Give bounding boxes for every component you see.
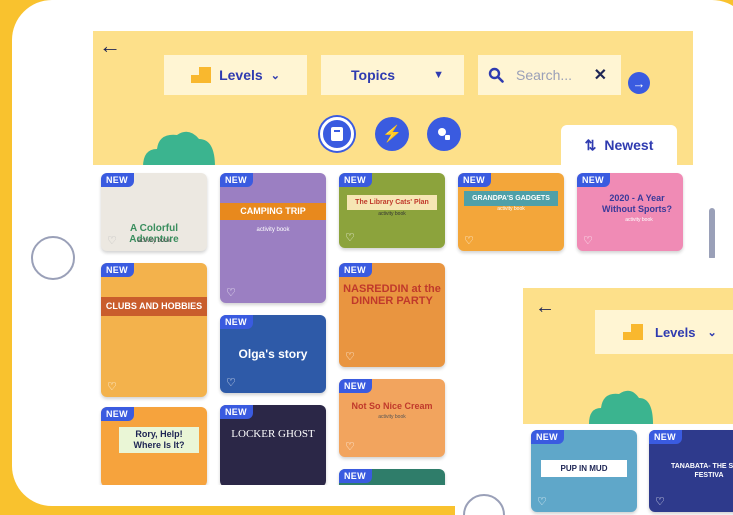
header: ← Levels ⌄ Topics ▼ Search... ✕ → ⚡ ⇅ Ne… <box>93 31 693 167</box>
levels-dropdown[interactable]: Levels ⌄ <box>595 310 733 354</box>
new-badge: NEW <box>339 263 372 277</box>
book-card[interactable]: TANABATA- THE STAR FESTIVA NEW ♡ <box>649 430 733 512</box>
new-badge: NEW <box>339 379 372 393</box>
book-title: Rory, Help! Where Is It? <box>119 427 199 453</box>
home-button[interactable] <box>31 236 75 280</box>
books-filter-button[interactable] <box>320 117 354 151</box>
book-subtitle: activity book <box>497 206 525 212</box>
draw-filter-button[interactable] <box>427 117 461 151</box>
levels-icon <box>191 67 212 83</box>
search-input[interactable]: Search... <box>516 67 572 83</box>
book-title: The Library Cats' Plan <box>347 195 437 210</box>
book-title: CAMPING TRIP <box>220 203 326 220</box>
back-arrow-icon[interactable]: ← <box>535 296 555 319</box>
heart-icon[interactable]: ♡ <box>226 286 236 299</box>
book-subtitle: activity book <box>378 414 406 420</box>
book-card[interactable]: A Colorful Adventure activity book NEW ♡ <box>101 173 207 251</box>
new-badge: NEW <box>531 430 564 444</box>
book-title: Not So Nice Cream <box>351 401 433 411</box>
book-card[interactable]: Olga's story NEW ♡ <box>220 315 326 393</box>
back-arrow-icon[interactable]: ← <box>99 35 121 57</box>
book-card[interactable]: CLUBS AND HOBBIES NEW ♡ <box>101 263 207 397</box>
new-badge: NEW <box>101 173 134 187</box>
heart-icon[interactable]: ♡ <box>583 234 593 247</box>
go-arrow-button[interactable]: → <box>628 72 650 94</box>
heart-icon[interactable]: ♡ <box>107 234 117 247</box>
book-title: PUP IN MUD <box>541 460 627 477</box>
book-title: LOCKER GHOST <box>231 428 315 440</box>
new-badge: NEW <box>339 469 372 483</box>
new-badge: NEW <box>220 173 253 187</box>
new-badge: NEW <box>101 407 134 421</box>
second-app-screen: ← Levels ⌄ PUP IN MUD NEW ♡ TANABATA- TH… <box>523 288 733 515</box>
book-subtitle: activity book <box>378 211 406 217</box>
side-button[interactable] <box>709 208 715 260</box>
book-card[interactable]: Rory, Help! Where Is It? NEW <box>101 407 207 485</box>
new-badge: NEW <box>101 263 134 277</box>
clear-icon[interactable]: ✕ <box>594 65 607 85</box>
book-card[interactable]: The Library Cats' Plan activity book NEW… <box>339 173 445 248</box>
book-card[interactable]: GRANDPA'S GADGETS activity book NEW ♡ <box>458 173 564 251</box>
book-title: Olga's story <box>238 347 308 361</box>
bush-decoration <box>143 131 215 167</box>
book-card[interactable]: LOCKER GHOST NEW <box>220 405 326 485</box>
new-badge: NEW <box>339 173 372 187</box>
heart-icon[interactable]: ♡ <box>345 231 355 244</box>
second-header: ← Levels ⌄ <box>523 288 733 424</box>
flash-filter-button[interactable]: ⚡ <box>375 117 409 151</box>
brush-icon <box>438 128 450 140</box>
book-card[interactable]: CAMPING TRIP activity book NEW ♡ <box>220 173 326 303</box>
book-card[interactable]: Not So Nice Cream activity book NEW ♡ <box>339 379 445 457</box>
chevron-down-icon: ▼ <box>433 69 444 81</box>
book-card[interactable]: NEW <box>339 469 445 485</box>
book-subtitle: activity book <box>256 227 290 233</box>
new-badge: NEW <box>458 173 491 187</box>
topics-dropdown[interactable]: Topics ▼ <box>321 55 464 95</box>
bush-decoration <box>589 390 653 424</box>
heart-icon[interactable]: ♡ <box>345 350 355 363</box>
new-badge: NEW <box>577 173 610 187</box>
new-badge: NEW <box>220 405 253 419</box>
topics-label: Topics <box>351 67 396 83</box>
search-icon <box>488 67 504 83</box>
new-badge: NEW <box>649 430 682 444</box>
book-subtitle: activity book <box>137 238 171 244</box>
heart-icon[interactable]: ♡ <box>226 376 236 389</box>
book-icon <box>331 127 343 141</box>
book-title: CLUBS AND HOBBIES <box>101 297 207 316</box>
levels-icon <box>623 324 643 340</box>
chevron-down-icon: ⌄ <box>270 69 280 82</box>
book-title: TANABATA- THE STAR FESTIVA <box>670 463 733 479</box>
lightning-icon: ⚡ <box>382 126 402 143</box>
new-badge: NEW <box>220 315 253 329</box>
chevron-down-icon: ⌄ <box>707 326 717 339</box>
levels-dropdown[interactable]: Levels ⌄ <box>164 55 307 95</box>
book-card[interactable]: 2020 - A Year Without Sports? activity b… <box>577 173 683 251</box>
heart-icon[interactable]: ♡ <box>464 234 474 247</box>
sort-icon: ⇅ <box>584 136 597 153</box>
book-title: 2020 - A Year Without Sports? <box>602 193 672 214</box>
heart-icon[interactable]: ♡ <box>655 495 665 508</box>
search-field[interactable]: Search... ✕ <box>478 55 621 95</box>
levels-label: Levels <box>655 324 696 340</box>
sort-newest-button[interactable]: ⇅ Newest <box>561 125 677 165</box>
levels-label: Levels <box>219 67 263 83</box>
sort-label: Newest <box>604 137 654 153</box>
book-subtitle: activity book <box>625 217 653 223</box>
book-title: NASREDDIN at the DINNER PARTY <box>343 283 441 307</box>
heart-icon[interactable]: ♡ <box>107 380 117 393</box>
book-card[interactable]: NASREDDIN at the DINNER PARTY NEW ♡ <box>339 263 445 367</box>
heart-icon[interactable]: ♡ <box>537 495 547 508</box>
book-card[interactable]: PUP IN MUD NEW ♡ <box>531 430 637 512</box>
heart-icon[interactable]: ♡ <box>345 440 355 453</box>
